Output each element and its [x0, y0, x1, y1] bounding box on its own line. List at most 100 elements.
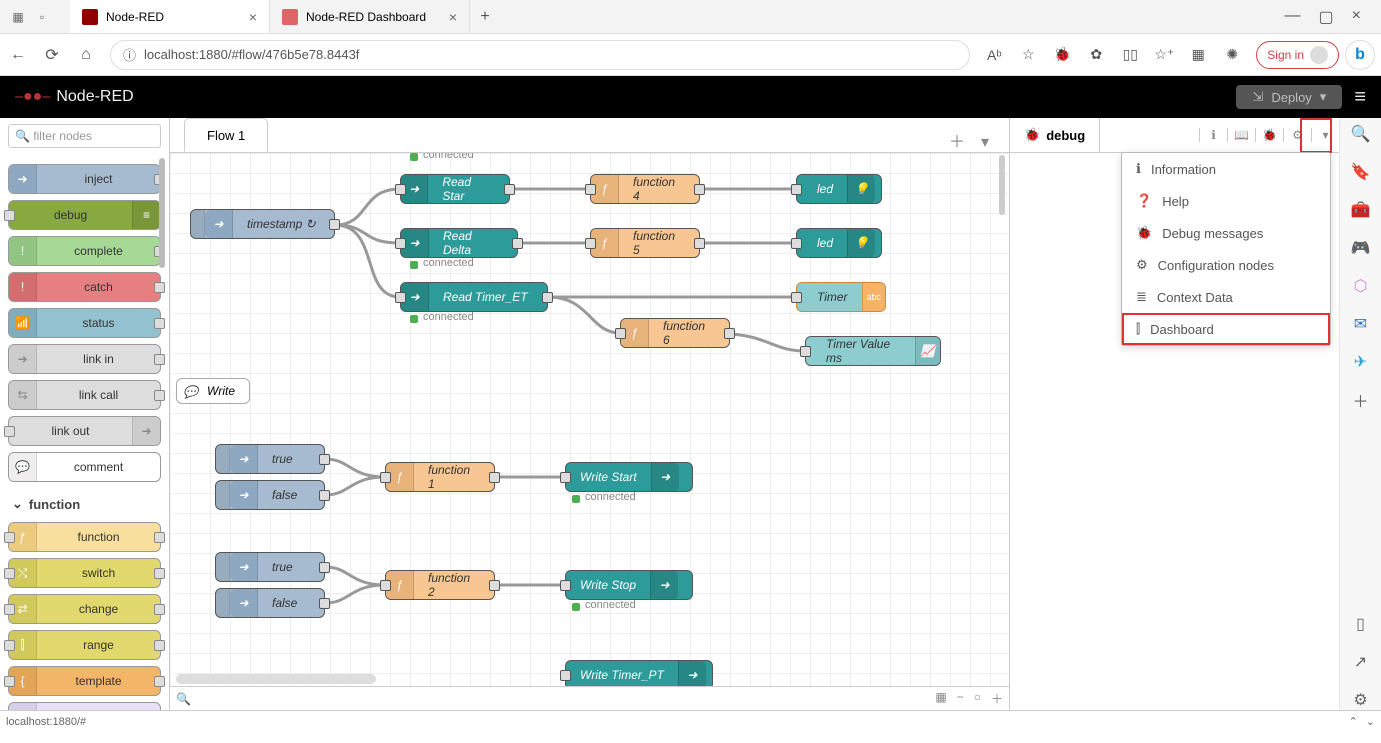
palette-node-link-call[interactable]: ⇆link call: [8, 380, 161, 410]
inject-trigger-button[interactable]: [216, 445, 230, 473]
sidebar-help-icon[interactable]: 📖: [1227, 128, 1255, 142]
edge-dock-icon[interactable]: ▯: [1351, 614, 1371, 634]
signin-button[interactable]: Sign in: [1256, 41, 1339, 69]
palette-node-link-out[interactable]: link out➜: [8, 416, 161, 446]
palette-node-link-in[interactable]: ➜link in: [8, 344, 161, 374]
palette-node-comment[interactable]: 💬comment: [8, 452, 161, 482]
canvas-h-scrollbar[interactable]: [176, 674, 376, 684]
palette-node-catch[interactable]: !catch: [8, 272, 161, 302]
collections-icon[interactable]: ▦: [1188, 46, 1208, 63]
edge-tag-icon[interactable]: 🔖: [1351, 162, 1371, 182]
download-icon[interactable]: 🐞: [1052, 46, 1072, 63]
idk-icon[interactable]: ✺: [1222, 46, 1242, 63]
node-led-1[interactable]: led💡: [796, 174, 882, 204]
node-read-delta[interactable]: ➜Read Delta: [400, 228, 518, 258]
edge-games-icon[interactable]: 🎮: [1351, 238, 1371, 258]
menu-item-config[interactable]: ⚙Configuration nodes: [1122, 249, 1330, 281]
edge-send-icon[interactable]: ✈: [1351, 352, 1371, 372]
node-function-6[interactable]: ƒfunction 6: [620, 318, 730, 348]
node-false-1[interactable]: ➜false: [215, 480, 325, 510]
browser-tab[interactable]: Node-RED Dashboard ×: [270, 0, 470, 33]
window-close-button[interactable]: ×: [1352, 7, 1361, 27]
node-timestamp[interactable]: ➜ timestamp ↻: [190, 209, 335, 239]
main-menu-button[interactable]: ≡: [1354, 86, 1366, 109]
flow-menu-caret-icon[interactable]: ▾: [975, 132, 995, 152]
sidebar-menu-caret[interactable]: ▾: [1311, 128, 1339, 142]
zoom-in-button[interactable]: ＋: [991, 690, 1003, 707]
bing-button[interactable]: b: [1345, 40, 1375, 70]
palette-node-complete[interactable]: !complete: [8, 236, 161, 266]
node-read-star[interactable]: ➜Read Star: [400, 174, 510, 204]
tab-close-button[interactable]: ×: [249, 9, 257, 25]
node-write-start[interactable]: Write Start➜: [565, 462, 693, 492]
sidebar-config-icon[interactable]: ⚙: [1283, 128, 1311, 142]
node-function-2[interactable]: ƒfunction 2: [385, 570, 495, 600]
palette-node-debug[interactable]: debug≡: [8, 200, 161, 230]
tab-overview-icon[interactable]: ▫: [34, 9, 50, 25]
add-flow-button[interactable]: ＋: [939, 128, 975, 152]
site-info-icon[interactable]: ⓘ: [123, 45, 136, 64]
node-read-timer-et[interactable]: ➜Read Timer_ET: [400, 282, 548, 312]
palette-category-function[interactable]: ⌄function: [8, 488, 161, 516]
extensions-icon[interactable]: ✿: [1086, 46, 1106, 63]
palette-node-delay[interactable]: ◷delay: [8, 702, 161, 710]
back-button[interactable]: ←: [8, 45, 28, 65]
node-function-5[interactable]: ƒfunction 5: [590, 228, 700, 258]
url-input[interactable]: ⓘ localhost:1880/#flow/476b5e78.8443f: [110, 40, 970, 70]
edge-search-icon[interactable]: 🔍: [1351, 124, 1371, 144]
read-aloud-icon[interactable]: Aᵇ: [984, 47, 1004, 63]
edge-office-icon[interactable]: ⬡: [1351, 276, 1371, 296]
menu-item-context[interactable]: ≣Context Data: [1122, 281, 1330, 313]
deploy-caret-icon[interactable]: ▾: [1320, 89, 1327, 105]
maximize-button[interactable]: ▢: [1319, 7, 1334, 27]
node-true-1[interactable]: ➜true: [215, 444, 325, 474]
palette-search-input[interactable]: 🔍 filter nodes: [8, 124, 161, 148]
sidebar-info-icon[interactable]: ℹ: [1199, 128, 1227, 142]
menu-item-help[interactable]: ❓Help: [1122, 185, 1330, 217]
tab-actions-icon[interactable]: ▦: [10, 9, 26, 25]
edge-settings-icon[interactable]: ⚙: [1351, 690, 1371, 710]
inject-trigger-button[interactable]: [216, 553, 230, 581]
node-false-2[interactable]: ➜false: [215, 588, 325, 618]
edge-toolbox-icon[interactable]: 🧰: [1351, 200, 1371, 220]
palette-node-switch[interactable]: ⤭switch: [8, 558, 161, 588]
node-write-timer-pt[interactable]: Write Timer_PT➜: [565, 660, 713, 686]
zoom-out-button[interactable]: −: [957, 690, 964, 707]
node-write-stop[interactable]: Write Stop➜: [565, 570, 693, 600]
palette-node-status[interactable]: 📶status: [8, 308, 161, 338]
sidebar-tab-debug[interactable]: 🐞 debug: [1010, 118, 1100, 152]
statusbar-down-button[interactable]: ⌄: [1366, 715, 1375, 728]
palette-node-range[interactable]: ⫿range: [8, 630, 161, 660]
browser-tab[interactable]: Node-RED ×: [70, 0, 270, 33]
favorites2-icon[interactable]: ☆⁺: [1154, 46, 1174, 63]
canvas-scrollbar[interactable]: [999, 155, 1005, 215]
flow-tab[interactable]: Flow 1: [184, 118, 268, 152]
deploy-button[interactable]: ⇲ Deploy ▾: [1236, 85, 1342, 109]
palette-node-change[interactable]: ⇄change: [8, 594, 161, 624]
node-led-2[interactable]: led💡: [796, 228, 882, 258]
inject-trigger-button[interactable]: [191, 210, 205, 238]
palette-node-function[interactable]: ƒfunction: [8, 522, 161, 552]
palette-node-template[interactable]: {template: [8, 666, 161, 696]
node-timer[interactable]: Timerabc: [796, 282, 886, 312]
palette-scrollbar[interactable]: [159, 158, 165, 268]
new-tab-button[interactable]: +: [470, 0, 500, 33]
palette-node-inject[interactable]: ➜inject: [8, 164, 161, 194]
edge-outlook-icon[interactable]: ✉: [1351, 314, 1371, 334]
flow-canvas[interactable]: connected ➜ timestamp ↻ ➜Read Star ➜Read…: [170, 153, 1009, 686]
tab-close-button[interactable]: ×: [449, 9, 457, 25]
navigator-icon[interactable]: ▦: [935, 690, 946, 707]
edge-add-icon[interactable]: ＋: [1351, 390, 1371, 410]
favorites-icon[interactable]: ☆: [1018, 46, 1038, 63]
search-icon[interactable]: 🔍: [176, 692, 191, 706]
sidebar-debug-icon[interactable]: 🐞: [1255, 128, 1283, 142]
zoom-reset-button[interactable]: ○: [974, 690, 981, 707]
refresh-button[interactable]: ⟳: [42, 45, 62, 65]
inject-trigger-button[interactable]: [216, 589, 230, 617]
node-function-1[interactable]: ƒfunction 1: [385, 462, 495, 492]
minimize-button[interactable]: —: [1285, 7, 1301, 27]
menu-item-debug[interactable]: 🐞Debug messages: [1122, 217, 1330, 249]
home-button[interactable]: ⌂: [76, 45, 96, 65]
split-icon[interactable]: ▯▯: [1120, 46, 1140, 63]
statusbar-up-button[interactable]: ⌃: [1349, 715, 1358, 728]
